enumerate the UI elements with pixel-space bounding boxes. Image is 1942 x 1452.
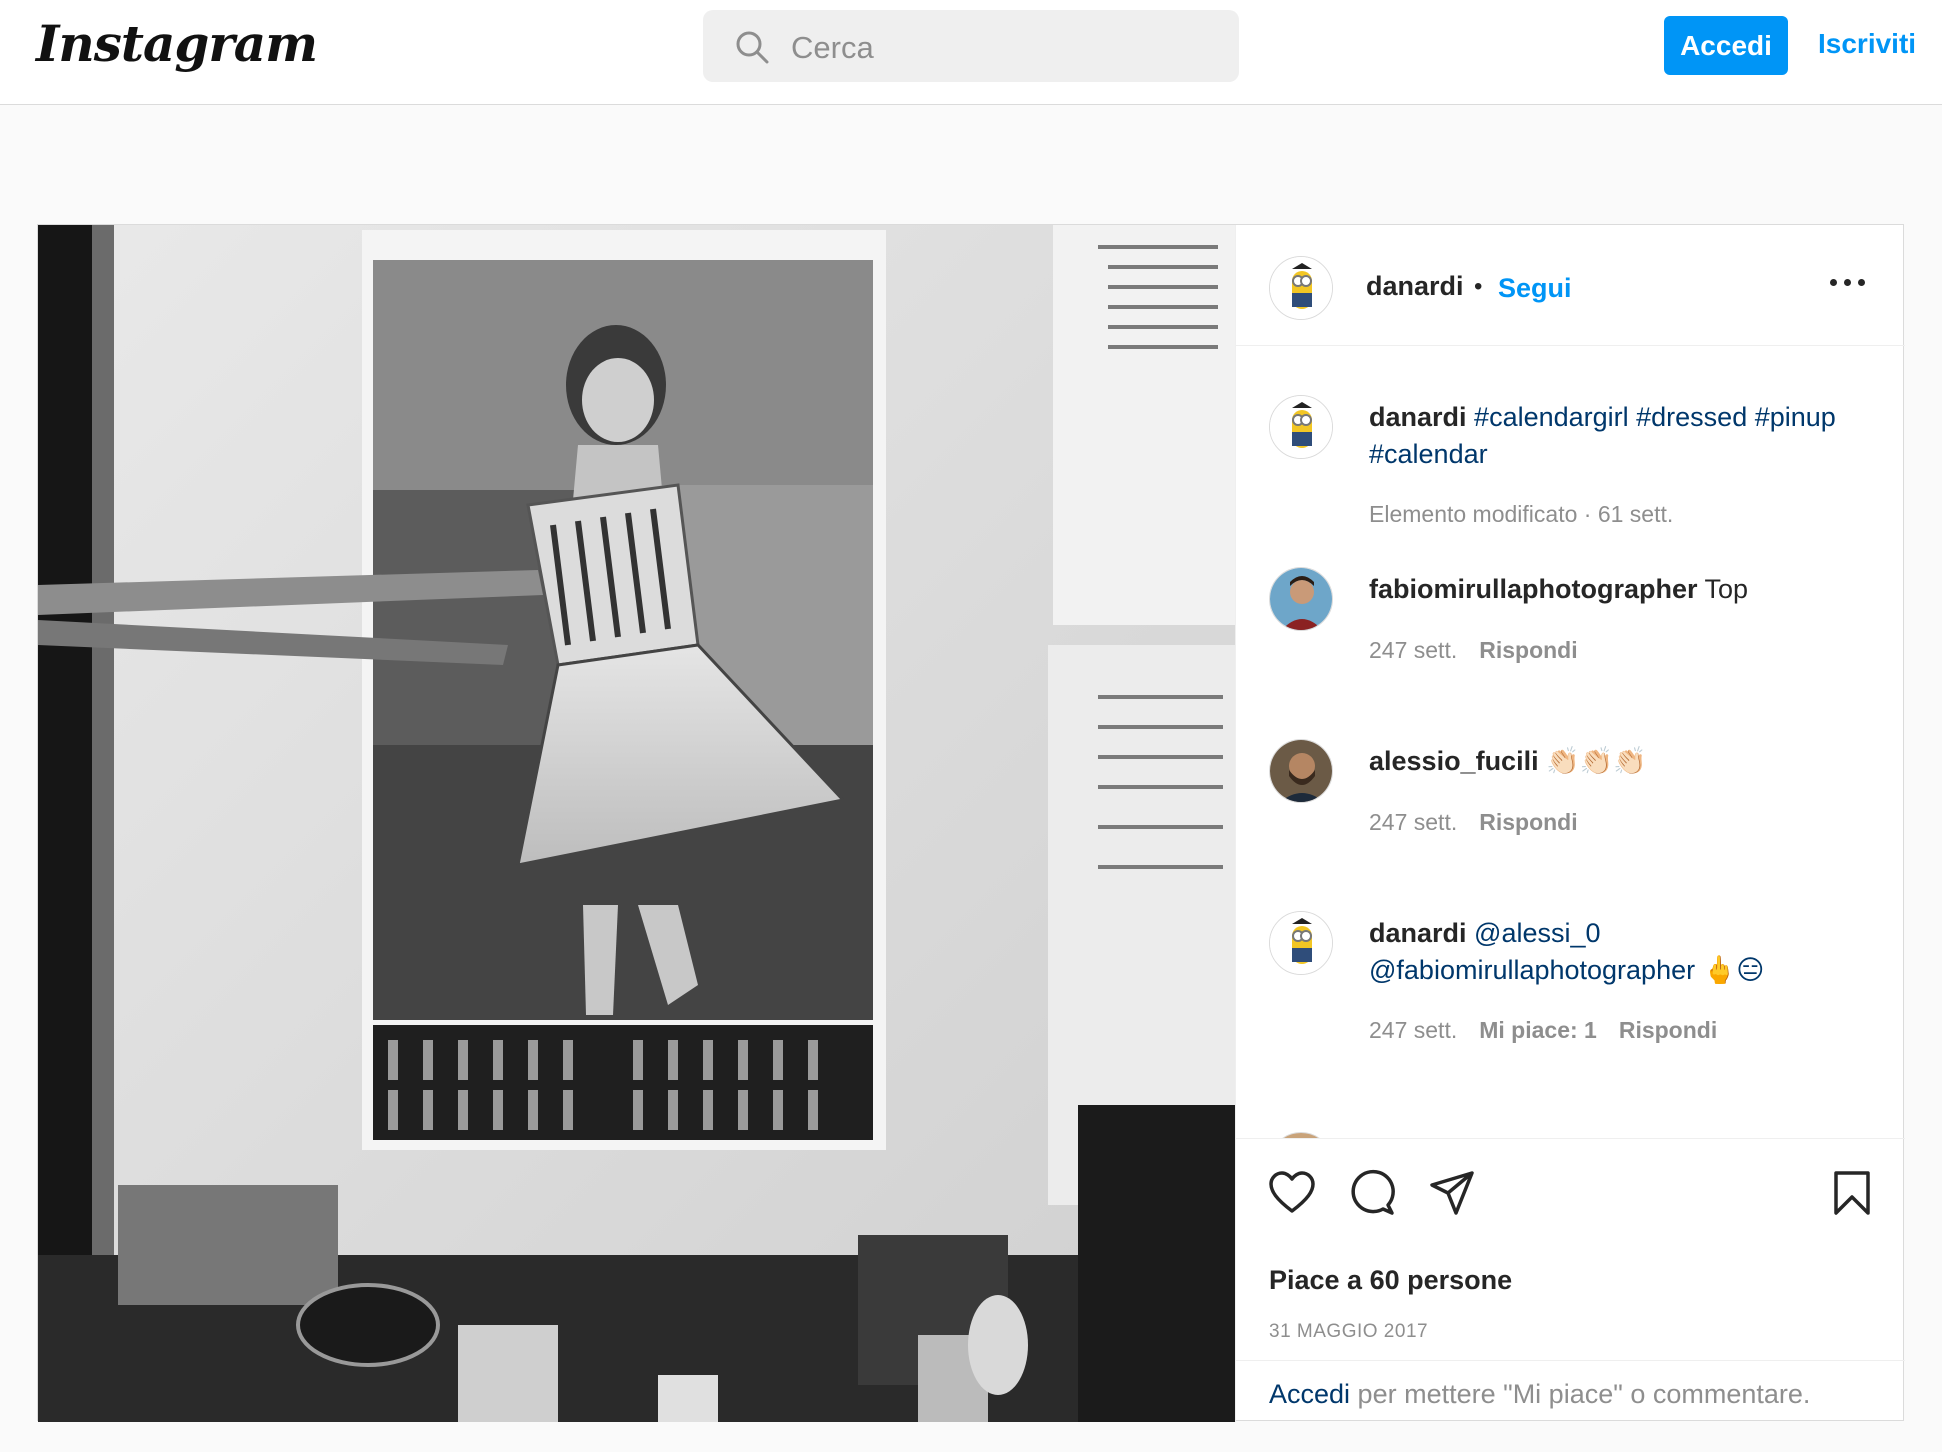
caption-username[interactable]: danardi [1369, 402, 1467, 432]
comment-content: Top [1704, 574, 1749, 604]
caption-meta: Elemento modificato · 61 sett. [1369, 501, 1695, 528]
commenter-avatar[interactable] [1269, 739, 1333, 803]
user-photo-avatar-icon [1270, 740, 1332, 802]
comment-text: fabiomirullaphotographer Top [1369, 571, 1869, 608]
login-prompt: Accedi per mettere "Mi piace" o commenta… [1236, 1360, 1905, 1423]
comments-list[interactable]: danardi #calendargirl #dressed #pinup #c… [1236, 347, 1905, 1138]
commenter-avatar[interactable] [1269, 567, 1333, 631]
reply-button[interactable]: Rispondi [1479, 809, 1577, 835]
minion-avatar-icon [1270, 396, 1332, 458]
instagram-logo[interactable]: Instagram [36, 14, 318, 73]
likes-count[interactable]: Piace a 60 persone [1269, 1265, 1512, 1296]
comment-username[interactable]: fabiomirullaphotographer [1369, 574, 1698, 604]
post-date[interactable]: 31 MAGGIO 2017 [1269, 1321, 1428, 1343]
commenter-avatar[interactable] [1269, 911, 1333, 975]
reply-button[interactable]: Rispondi [1479, 637, 1577, 663]
post-header: danardi • Segui [1236, 225, 1905, 346]
login-prompt-text: per mettere "Mi piace" o commentare. [1350, 1379, 1811, 1409]
comment-time[interactable]: 247 sett. [1369, 637, 1457, 663]
minion-avatar-icon [1270, 912, 1332, 974]
top-navigation-bar: Instagram Cerca Accedi Iscriviti [0, 0, 1942, 105]
author-avatar[interactable] [1269, 256, 1333, 320]
comment-time[interactable]: 247 sett. [1369, 809, 1457, 835]
search-input[interactable]: Cerca [791, 30, 874, 66]
comment-content: 👏🏻👏🏻👏🏻 [1546, 746, 1647, 776]
comment-meta: 247 sett. Rispondi [1369, 809, 1600, 836]
comment-text: alessio_fucili 👏🏻👏🏻👏🏻 [1369, 743, 1869, 780]
bookmark-icon[interactable] [1828, 1169, 1876, 1217]
user-photo-avatar-icon [1270, 568, 1332, 630]
comment-username[interactable]: alessio_fucili [1369, 746, 1539, 776]
comment-time[interactable]: 247 sett. [1369, 1017, 1457, 1043]
login-button[interactable]: Accedi [1664, 16, 1788, 75]
minion-avatar-icon [1270, 257, 1332, 319]
comment-meta: 247 sett. Mi piace: 1 Rispondi [1369, 1017, 1739, 1044]
caption-edited-time: Elemento modificato · 61 sett. [1369, 501, 1674, 527]
follow-button[interactable]: Segui [1498, 273, 1572, 304]
more-options-icon[interactable] [1830, 279, 1866, 289]
login-link[interactable]: Accedi [1269, 1379, 1350, 1409]
search-icon [736, 31, 769, 64]
comment-text: danardi @alessi_0 @fabiomirullaphotograp… [1369, 915, 1869, 989]
heart-icon[interactable] [1268, 1169, 1316, 1217]
reply-button[interactable]: Rispondi [1619, 1017, 1717, 1043]
comment-username[interactable]: danardi [1369, 918, 1467, 948]
post-card: danardi • Segui danardi #calendargirl #d… [37, 224, 1905, 1422]
separator-dot: • [1474, 273, 1483, 300]
search-box[interactable]: Cerca [703, 10, 1239, 82]
signup-link[interactable]: Iscriviti [1818, 28, 1916, 60]
post-actions: Piace a 60 persone 31 MAGGIO 2017 Accedi… [1236, 1138, 1905, 1422]
comment-icon[interactable] [1348, 1169, 1396, 1217]
share-icon[interactable] [1428, 1169, 1476, 1217]
comment-likes[interactable]: Mi piace: 1 [1479, 1017, 1597, 1043]
author-username[interactable]: danardi [1366, 271, 1464, 302]
caption-avatar[interactable] [1269, 395, 1333, 459]
caption-text: danardi #calendargirl #dressed #pinup #c… [1369, 399, 1869, 473]
post-side-panel: danardi • Segui danardi #calendargirl #d… [1235, 225, 1905, 1422]
post-photo-graphic [38, 225, 1235, 1422]
comment-meta: 247 sett. Rispondi [1369, 637, 1600, 664]
post-photo[interactable] [38, 225, 1235, 1422]
